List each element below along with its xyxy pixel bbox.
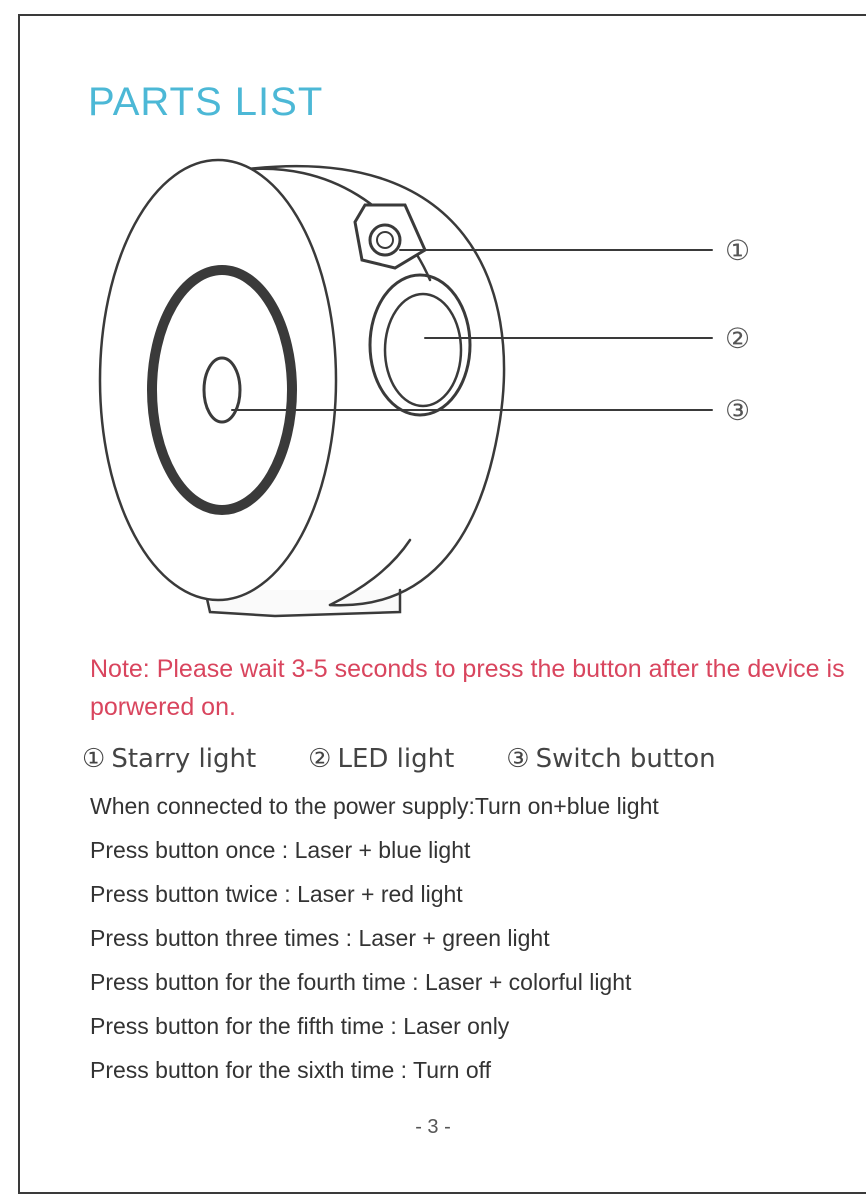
- page-title: PARTS LIST: [88, 80, 324, 124]
- note-text: Note: Please wait 3-5 seconds to press t…: [90, 655, 845, 721]
- instruction-item: Press button for the sixth time : Turn o…: [90, 1057, 491, 1083]
- callout-label-1: ①: [725, 234, 750, 267]
- legend-label: Starry light: [111, 744, 257, 774]
- starry-light-module: [353, 203, 427, 270]
- legend-number: ③: [506, 744, 530, 774]
- device-front-face: [98, 158, 338, 602]
- instruction-item: Press button for the fourth time : Laser…: [90, 969, 632, 995]
- callout-label-3: ③: [725, 394, 750, 427]
- instruction-item: Press button twice : Laser + red light: [90, 881, 463, 907]
- device-diagram: ① ② ③: [98, 158, 750, 618]
- led-light-lens: [383, 292, 463, 408]
- callout-label-2: ②: [725, 322, 750, 355]
- legend-number: ①: [82, 744, 106, 774]
- parts-legend: ① Starry light ② LED light ③ Switch butt…: [82, 744, 842, 774]
- instruction-item: Press button once : Laser + blue light: [90, 837, 471, 863]
- legend-number: ②: [308, 744, 332, 774]
- legend-item-starry-light: ① Starry light: [82, 744, 256, 774]
- legend-label: LED light: [337, 744, 455, 774]
- instruction-list: When connected to the power supply:Turn …: [90, 788, 850, 1096]
- page-number: - 3 -: [415, 1116, 451, 1138]
- instruction-item: Press button three times : Laser + green…: [90, 925, 550, 951]
- instruction-item: When connected to the power supply:Turn …: [90, 793, 659, 819]
- instruction-item: Press button for the fifth time : Laser …: [90, 1013, 510, 1039]
- legend-item-switch-button: ③ Switch button: [506, 744, 715, 774]
- legend-item-led-light: ② LED light: [308, 744, 454, 774]
- legend-label: Switch button: [535, 744, 716, 774]
